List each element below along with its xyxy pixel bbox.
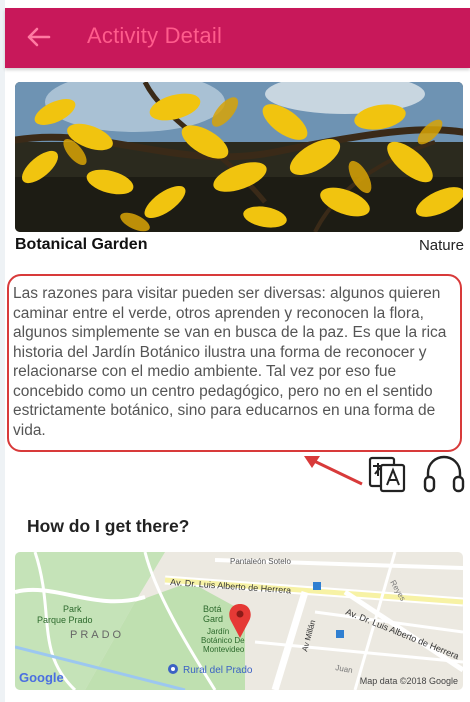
annotation-arrow-icon: [304, 456, 363, 486]
map-credit: Map data ©2018 Google: [359, 676, 458, 686]
map-label-park: Park: [63, 604, 82, 614]
google-logo: Google: [19, 670, 64, 685]
description-text: Las razones para visitar pueden ser dive…: [13, 285, 447, 439]
map-label-rural: Rural del Prado: [183, 665, 253, 676]
map-label-garden: Gard: [203, 614, 223, 624]
map-label-garden: Botánico De: [201, 636, 245, 645]
transit-stop-icon: [313, 582, 321, 590]
rural-pin-icon: [168, 664, 178, 674]
map-view[interactable]: Pantaleón Sotelo Av. Dr. Luis Alberto de…: [15, 552, 463, 690]
arrow-left-icon[interactable]: [23, 22, 53, 52]
map-label-street: Pantaleón Sotelo: [230, 557, 291, 566]
app-bar: Activity Detail: [5, 8, 470, 68]
map-label-garden: Botá: [203, 604, 222, 614]
hero-image: [15, 82, 463, 232]
place-category: Nature: [418, 237, 464, 254]
directions-title: How do I get there?: [27, 516, 190, 536]
map-label-prado: PRADO: [70, 629, 124, 641]
app-screen: Activity Detail Botanical Garden Nature …: [0, 0, 470, 702]
page-title: Activity Detail: [87, 23, 223, 48]
headphones-icon[interactable]: [422, 453, 466, 495]
translate-icon[interactable]: [367, 454, 407, 494]
left-edge: [0, 0, 5, 702]
transit-stop-icon: [336, 630, 344, 638]
map-label-garden: Montevideo: [203, 645, 245, 654]
map-label-parque-prado: Parque Prado: [37, 615, 93, 625]
map-label-garden: Jardín: [207, 627, 229, 636]
place-name: Botanical Garden: [15, 236, 148, 253]
